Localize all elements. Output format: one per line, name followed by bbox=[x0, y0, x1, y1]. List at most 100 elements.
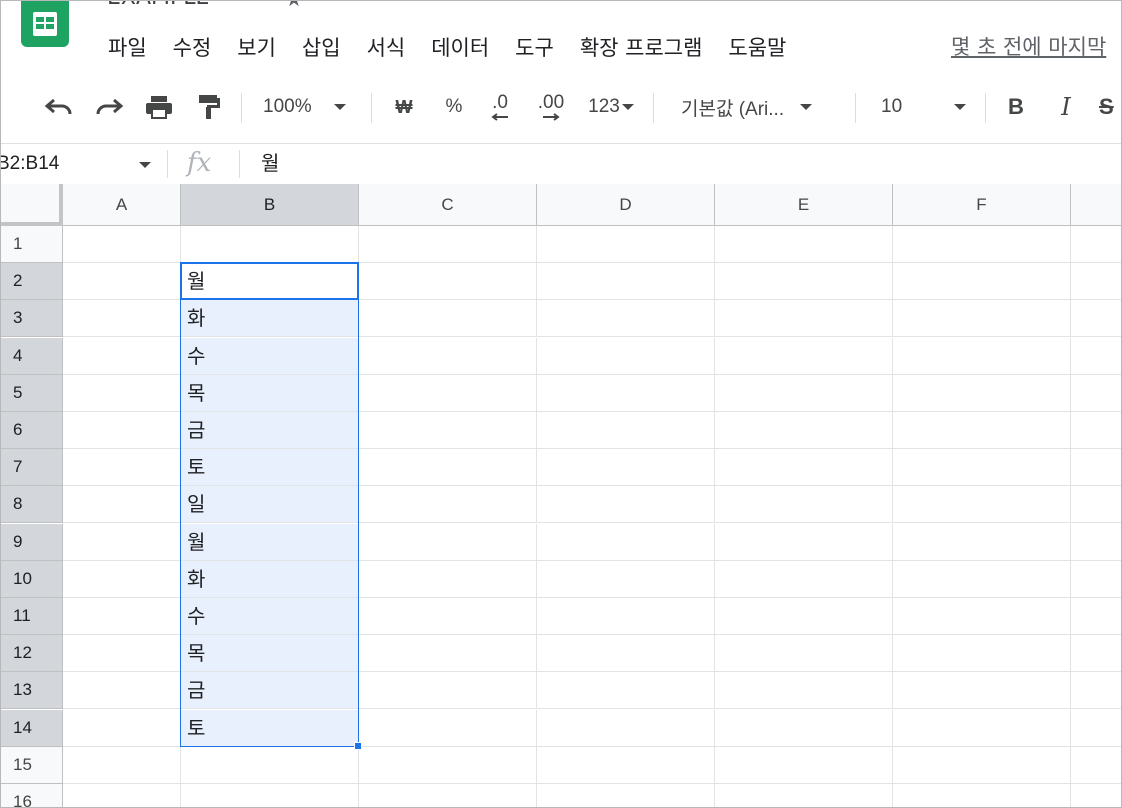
cell[interactable]: 화 bbox=[181, 560, 359, 598]
cell[interactable] bbox=[359, 486, 537, 524]
cell[interactable] bbox=[537, 486, 715, 524]
zoom-select[interactable]: 100% bbox=[263, 81, 363, 133]
cell[interactable]: 목 bbox=[181, 374, 359, 412]
cell[interactable] bbox=[537, 709, 715, 747]
menu-item[interactable]: 보기 bbox=[224, 32, 289, 62]
cell[interactable] bbox=[715, 784, 893, 807]
row-header-14[interactable]: 14 bbox=[1, 709, 63, 747]
cell[interactable] bbox=[63, 412, 181, 449]
cell[interactable] bbox=[181, 746, 359, 784]
cell[interactable] bbox=[1071, 375, 1121, 412]
cell[interactable] bbox=[715, 523, 893, 561]
menu-item[interactable]: 서식 bbox=[354, 32, 419, 62]
cell[interactable] bbox=[537, 598, 715, 635]
strikethrough-button[interactable]: S bbox=[1099, 81, 1121, 133]
cell[interactable] bbox=[537, 784, 715, 807]
column-header-f[interactable]: F bbox=[893, 184, 1071, 226]
column-header-e[interactable]: E bbox=[715, 184, 893, 226]
cell[interactable] bbox=[715, 226, 893, 263]
cell[interactable] bbox=[1071, 524, 1121, 561]
column-header-partial[interactable] bbox=[1071, 184, 1121, 226]
row-header-6[interactable]: 6 bbox=[1, 412, 63, 449]
cell[interactable] bbox=[359, 300, 537, 338]
cell[interactable] bbox=[63, 449, 181, 487]
cell[interactable] bbox=[893, 337, 1071, 375]
row-header-5[interactable]: 5 bbox=[1, 374, 63, 412]
cell[interactable] bbox=[63, 263, 181, 301]
cell[interactable] bbox=[537, 560, 715, 598]
cell[interactable]: 수 bbox=[181, 598, 359, 635]
cell[interactable] bbox=[181, 784, 359, 807]
cell[interactable] bbox=[537, 523, 715, 561]
row-header-1[interactable]: 1 bbox=[1, 226, 63, 263]
cell[interactable] bbox=[715, 709, 893, 747]
cell[interactable] bbox=[63, 337, 181, 375]
cell[interactable] bbox=[1071, 300, 1121, 338]
cell[interactable] bbox=[1071, 486, 1121, 524]
cell[interactable] bbox=[359, 672, 537, 710]
cell[interactable] bbox=[1071, 598, 1121, 635]
column-header-a[interactable]: A bbox=[63, 184, 181, 226]
star-icon[interactable]: ★ bbox=[285, 1, 303, 11]
row-header-13[interactable]: 13 bbox=[1, 672, 63, 710]
cell[interactable]: 토 bbox=[181, 709, 359, 747]
row-header-8[interactable]: 8 bbox=[1, 486, 63, 524]
formula-input[interactable]: 월 bbox=[261, 148, 279, 178]
cell[interactable] bbox=[1071, 449, 1121, 487]
cell[interactable]: 토 bbox=[181, 449, 359, 487]
row-header-10[interactable]: 10 bbox=[1, 560, 63, 598]
row-header-9[interactable]: 9 bbox=[1, 523, 63, 561]
font-family-select[interactable]: 기본값 (Ari... bbox=[681, 81, 841, 133]
fill-handle[interactable] bbox=[354, 741, 362, 750]
cell[interactable] bbox=[537, 300, 715, 338]
cell[interactable] bbox=[715, 449, 893, 487]
cell[interactable] bbox=[359, 263, 537, 301]
last-edit-link[interactable]: 몇 초 전에 마지막 bbox=[951, 31, 1106, 61]
cell[interactable] bbox=[893, 523, 1071, 561]
menu-item[interactable]: 확장 프로그램 bbox=[567, 32, 716, 62]
bold-button[interactable]: B bbox=[1001, 81, 1031, 133]
menu-item[interactable]: 데이터 bbox=[418, 32, 502, 62]
row-header-4[interactable]: 4 bbox=[1, 337, 63, 375]
cell[interactable] bbox=[715, 672, 893, 710]
cell[interactable] bbox=[1071, 635, 1121, 673]
cell[interactable] bbox=[715, 486, 893, 524]
font-size-select[interactable]: 10 bbox=[881, 81, 973, 133]
cell[interactable] bbox=[63, 598, 181, 635]
cell[interactable] bbox=[893, 449, 1071, 487]
cell[interactable] bbox=[537, 226, 715, 263]
cell[interactable] bbox=[715, 560, 893, 598]
cell[interactable] bbox=[893, 635, 1071, 673]
cell[interactable] bbox=[537, 263, 715, 301]
cell[interactable] bbox=[893, 374, 1071, 412]
row-header-16[interactable]: 16 bbox=[1, 784, 63, 807]
cell[interactable]: 일 bbox=[181, 486, 359, 524]
cell[interactable] bbox=[63, 486, 181, 524]
cell[interactable] bbox=[359, 709, 537, 747]
row-header-11[interactable]: 11 bbox=[1, 598, 63, 635]
cell[interactable] bbox=[893, 709, 1071, 747]
menu-item[interactable]: 삽입 bbox=[289, 32, 354, 62]
cell[interactable] bbox=[537, 746, 715, 784]
cell[interactable] bbox=[1071, 338, 1121, 375]
increase-decimal-button[interactable]: .00 bbox=[531, 81, 571, 133]
cell[interactable] bbox=[715, 374, 893, 412]
cell[interactable] bbox=[537, 374, 715, 412]
cell[interactable] bbox=[63, 784, 181, 807]
cell[interactable] bbox=[893, 672, 1071, 710]
cell[interactable] bbox=[537, 449, 715, 487]
cell[interactable] bbox=[63, 635, 181, 673]
cell[interactable] bbox=[1071, 561, 1121, 598]
cell[interactable]: 금 bbox=[181, 412, 359, 449]
cell[interactable] bbox=[715, 263, 893, 301]
cell[interactable] bbox=[359, 635, 537, 673]
cell[interactable] bbox=[715, 412, 893, 449]
cell[interactable] bbox=[537, 672, 715, 710]
cell[interactable]: 월 bbox=[181, 523, 359, 561]
cell[interactable] bbox=[537, 337, 715, 375]
italic-button[interactable]: I bbox=[1051, 81, 1081, 133]
cell[interactable] bbox=[893, 746, 1071, 784]
row-header-12[interactable]: 12 bbox=[1, 635, 63, 673]
cell[interactable] bbox=[63, 709, 181, 747]
cell[interactable] bbox=[715, 598, 893, 635]
